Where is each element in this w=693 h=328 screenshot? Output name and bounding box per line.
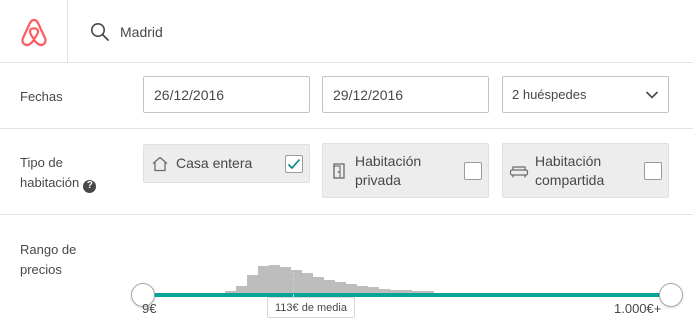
histogram-bar [324,280,335,293]
entire-home-checkbox[interactable] [285,154,303,173]
dates-label: Fechas [20,89,63,104]
room-option-private-room[interactable]: Habitación privada [322,143,489,198]
shared-room-checkbox[interactable] [644,161,662,180]
private-room-label-line2: privada [355,171,401,188]
checkmark-icon [287,158,301,169]
room-option-entire-home[interactable]: Casa entera [143,144,310,183]
dates-row: Fechas 26/12/2016 29/12/2016 2 huéspedes [0,63,693,129]
check-in-input[interactable]: 26/12/2016 [143,76,310,113]
search-icon [91,23,109,41]
check-out-value: 29/12/2016 [333,86,404,103]
average-price-tag: 113€ de media [267,297,355,318]
room-option-shared-room[interactable]: Habitación compartida [502,143,669,198]
price-slider[interactable] [130,235,685,325]
guests-value: 2 huéspedes [512,87,587,102]
chevron-down-icon [645,90,659,99]
check-out-input[interactable]: 29/12/2016 [322,76,489,113]
room-type-label: Tipo de habitación? [20,153,130,193]
histogram-bar [247,275,258,293]
sofa-icon [509,161,529,181]
search-box[interactable]: Madrid [90,20,163,44]
airbnb-logo-icon[interactable] [19,16,49,48]
shared-room-label-line2: compartida [535,171,605,188]
room-type-row: Tipo de habitación? Casa entera Habitaci… [0,129,693,215]
histogram-bar [236,286,247,293]
guests-select[interactable]: 2 huéspedes [502,76,669,113]
histogram-bar [346,284,357,293]
histogram-bar [269,265,280,293]
room-option-label: Habitación privada [355,152,464,190]
average-price-pointer [293,272,294,297]
histogram-bar [258,266,269,293]
logo-cell[interactable] [0,0,68,63]
price-range-row: Rango de precios 9€ 113€ de media 1.000€… [0,215,693,328]
house-icon [150,154,170,174]
price-max-label: 1.000€+ [614,301,662,316]
slider-max-handle[interactable] [659,283,683,307]
histogram-bar [280,267,291,293]
shared-room-label-line1: Habitación [535,152,602,169]
room-type-label-line1: Tipo de [20,155,63,170]
check-in-value: 26/12/2016 [154,86,225,103]
private-room-checkbox[interactable] [464,161,482,180]
search-input[interactable]: Madrid [120,24,163,40]
door-icon [329,161,349,181]
room-option-label: Habitación compartida [535,152,644,190]
help-icon[interactable]: ? [83,179,97,193]
histogram-bar [335,282,346,293]
price-range-label-line1: Rango de [20,242,77,257]
histogram-bar [302,273,313,293]
price-range-label: Rango de precios [20,240,110,280]
top-bar: Madrid [0,0,693,63]
price-range-label-line2: precios [20,262,62,277]
price-min-label: 9€ [142,301,157,316]
room-option-label: Casa entera [176,155,253,171]
room-type-label-line2: habitación [20,175,80,190]
private-room-label-line1: Habitación [355,152,422,169]
histogram-bar [313,277,324,293]
histogram-bar [357,286,368,293]
slider-track[interactable] [143,293,671,297]
